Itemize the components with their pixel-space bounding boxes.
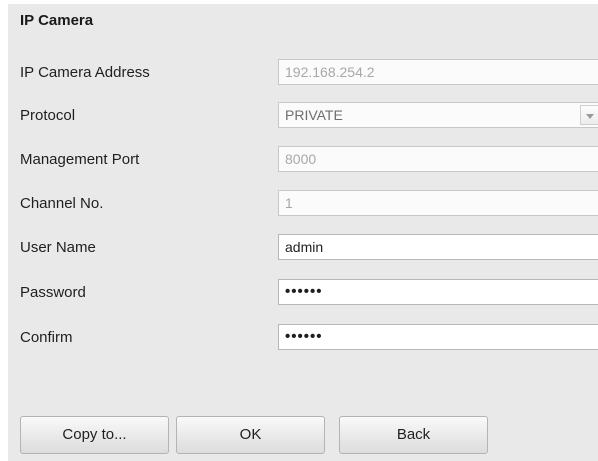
management-port-label: Management Port: [20, 151, 140, 168]
copy-to-button[interactable]: Copy to...: [20, 416, 169, 454]
ip-camera-panel: IP Camera IP Camera Address 192.168.254.…: [8, 4, 598, 461]
ok-button[interactable]: OK: [176, 416, 325, 454]
protocol-select[interactable]: PRIVATE: [278, 102, 598, 128]
user-name-label: User Name: [20, 239, 96, 256]
confirm-password-field[interactable]: ••••••: [278, 324, 598, 350]
protocol-label: Protocol: [20, 107, 76, 124]
chevron-down-icon[interactable]: [580, 105, 598, 125]
confirm-label: Confirm: [20, 329, 73, 346]
section-title: IP Camera: [20, 12, 94, 29]
management-port-field[interactable]: 8000: [278, 146, 598, 172]
protocol-selected-value: PRIVATE: [285, 107, 343, 123]
password-label: Password: [20, 284, 86, 301]
ip-camera-address-label: IP Camera Address: [20, 64, 150, 81]
ip-camera-address-field[interactable]: 192.168.254.2: [278, 59, 598, 85]
user-name-field[interactable]: admin: [278, 234, 598, 260]
channel-no-label: Channel No.: [20, 195, 104, 212]
password-field[interactable]: ••••••: [278, 279, 598, 305]
channel-no-field[interactable]: 1: [278, 190, 598, 216]
back-button[interactable]: Back: [339, 416, 488, 454]
